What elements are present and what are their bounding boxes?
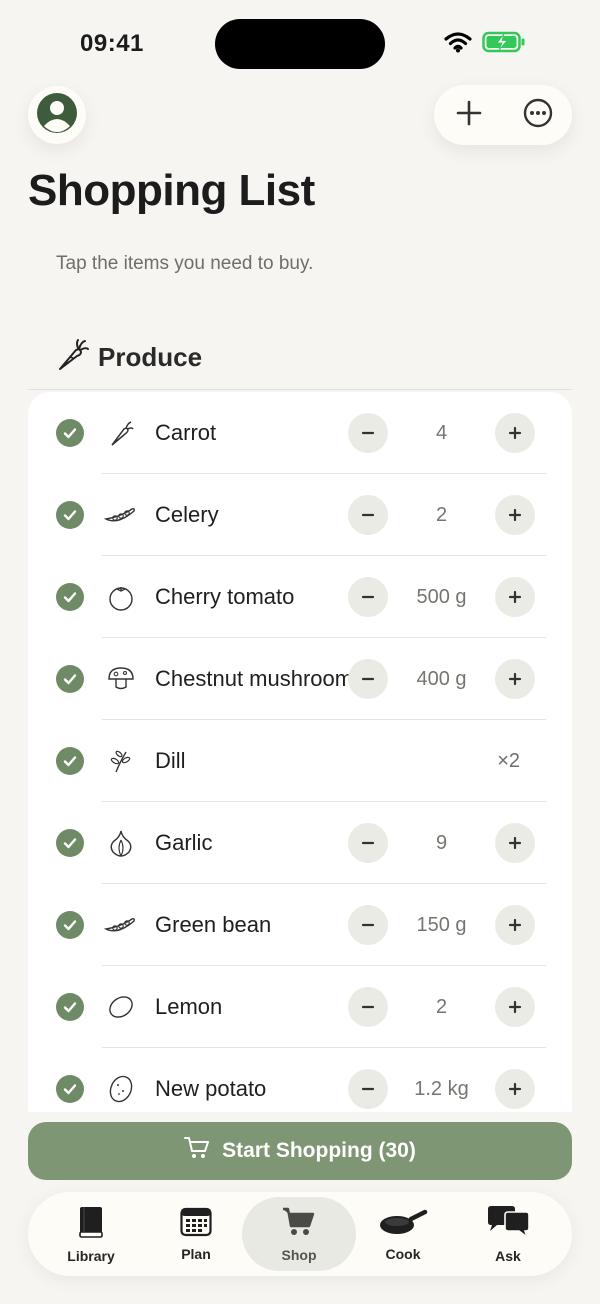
list-item[interactable]: Green bean 150 g (28, 884, 572, 966)
tab-plan[interactable]: Plan (139, 1197, 253, 1271)
header-actions (434, 85, 572, 145)
item-quantity: 2 (435, 995, 448, 1018)
increase-button[interactable] (495, 905, 535, 945)
list-item[interactable]: Garlic 9 (28, 802, 572, 884)
tab-label: Cook (385, 1245, 421, 1262)
status-icons (444, 31, 526, 58)
start-shopping-button[interactable]: Start Shopping (30) (28, 1122, 572, 1180)
produce-list: Carrot 4 Celery 2 Cherry tomato 500 g Ch… (28, 392, 572, 1112)
wifi-icon (444, 31, 472, 58)
profile-button[interactable] (28, 86, 86, 144)
item-quantity: 4 (435, 421, 448, 444)
checked-checkbox[interactable] (56, 665, 84, 693)
item-quantity: 500 g (416, 585, 467, 608)
item-name: Lemon (155, 994, 223, 1019)
potato-icon (104, 1072, 138, 1106)
item-name: Chestnut mushroom (155, 666, 354, 691)
increase-button[interactable] (495, 495, 535, 535)
battery-charging-icon (482, 31, 526, 58)
decrease-button[interactable] (348, 1069, 388, 1109)
tab-library[interactable]: Library (34, 1197, 148, 1271)
ellipsis-circle-icon (523, 98, 553, 133)
increase-button[interactable] (495, 823, 535, 863)
checked-checkbox[interactable] (56, 501, 84, 529)
item-name: Garlic (155, 830, 213, 855)
plus-icon (456, 100, 482, 131)
item-name: Carrot (155, 420, 217, 445)
tab-label: Plan (181, 1245, 211, 1262)
tab-label: Shop (281, 1246, 317, 1263)
list-item[interactable]: Cherry tomato 500 g (28, 556, 572, 638)
section-header: Produce (56, 338, 202, 377)
item-quantity: 2 (435, 503, 448, 526)
book-icon (76, 1205, 106, 1244)
cart-icon (184, 1136, 210, 1166)
checked-checkbox[interactable] (56, 911, 84, 939)
carrot-icon (56, 338, 90, 377)
tab-ask[interactable]: Ask (451, 1197, 565, 1271)
list-item[interactable]: Chestnut mushroom 400 g (28, 638, 572, 720)
carrot-icon (104, 416, 138, 450)
list-item[interactable]: New potato 1.2 kg (28, 1048, 572, 1112)
checked-checkbox[interactable] (56, 747, 84, 775)
item-quantity: 150 g (416, 913, 467, 936)
calendar-icon (180, 1207, 212, 1242)
pea-pod-icon (104, 498, 138, 532)
page-subtitle: Tap the items you need to buy. (56, 253, 314, 274)
chat-bubbles-icon (485, 1205, 531, 1244)
tab-shop[interactable]: Shop (242, 1197, 356, 1271)
decrease-button[interactable] (348, 987, 388, 1027)
decrease-button[interactable] (348, 413, 388, 453)
item-name: Celery (155, 502, 219, 527)
status-time: 09:41 (80, 30, 144, 57)
section-title: Produce (98, 342, 203, 372)
increase-button[interactable] (495, 659, 535, 699)
increase-button[interactable] (495, 577, 535, 617)
pea-pod-icon (104, 908, 138, 942)
start-shopping-label: Start Shopping (30) (222, 1139, 416, 1162)
decrease-button[interactable] (348, 577, 388, 617)
item-name: Green bean (155, 912, 272, 937)
cart-icon (282, 1206, 316, 1243)
decrease-button[interactable] (348, 823, 388, 863)
section-divider (28, 389, 572, 390)
herb-sprig-icon (104, 744, 138, 778)
tab-label: Library (67, 1247, 115, 1264)
checked-checkbox[interactable] (56, 583, 84, 611)
increase-button[interactable] (495, 1069, 535, 1109)
garlic-icon (104, 826, 138, 860)
tab-cook[interactable]: Cook (346, 1197, 460, 1271)
increase-button[interactable] (495, 413, 535, 453)
item-quantity: 400 g (416, 667, 467, 690)
more-button[interactable] (513, 90, 563, 140)
list-item[interactable]: Carrot 4 (28, 392, 572, 474)
tab-bar: Library Plan Shop Cook Ask (28, 1192, 572, 1276)
decrease-button[interactable] (348, 659, 388, 699)
item-name: New potato (155, 1076, 267, 1101)
decrease-button[interactable] (348, 495, 388, 535)
item-quantity: 9 (435, 831, 448, 854)
increase-button[interactable] (495, 987, 535, 1027)
lemon-icon (104, 990, 138, 1024)
tab-label: Ask (495, 1247, 521, 1264)
list-item[interactable]: Dill ×2 (28, 720, 572, 802)
checked-checkbox[interactable] (56, 419, 84, 447)
list-item[interactable]: Celery 2 (28, 474, 572, 556)
item-name: Dill (155, 748, 186, 773)
pan-icon (378, 1207, 428, 1242)
item-multiplier: ×2 (497, 749, 520, 772)
tomato-icon (104, 580, 138, 614)
dynamic-island (215, 19, 385, 69)
item-quantity: 1.2 kg (414, 1077, 469, 1100)
mushroom-icon (104, 662, 138, 696)
checked-checkbox[interactable] (56, 829, 84, 857)
person-circle-icon (36, 92, 78, 139)
checked-checkbox[interactable] (56, 1075, 84, 1103)
decrease-button[interactable] (348, 905, 388, 945)
list-item[interactable]: Lemon 2 (28, 966, 572, 1048)
checked-checkbox[interactable] (56, 993, 84, 1021)
add-button[interactable] (444, 90, 494, 140)
item-name: Cherry tomato (155, 584, 295, 609)
page-title: Shopping List (28, 166, 315, 215)
